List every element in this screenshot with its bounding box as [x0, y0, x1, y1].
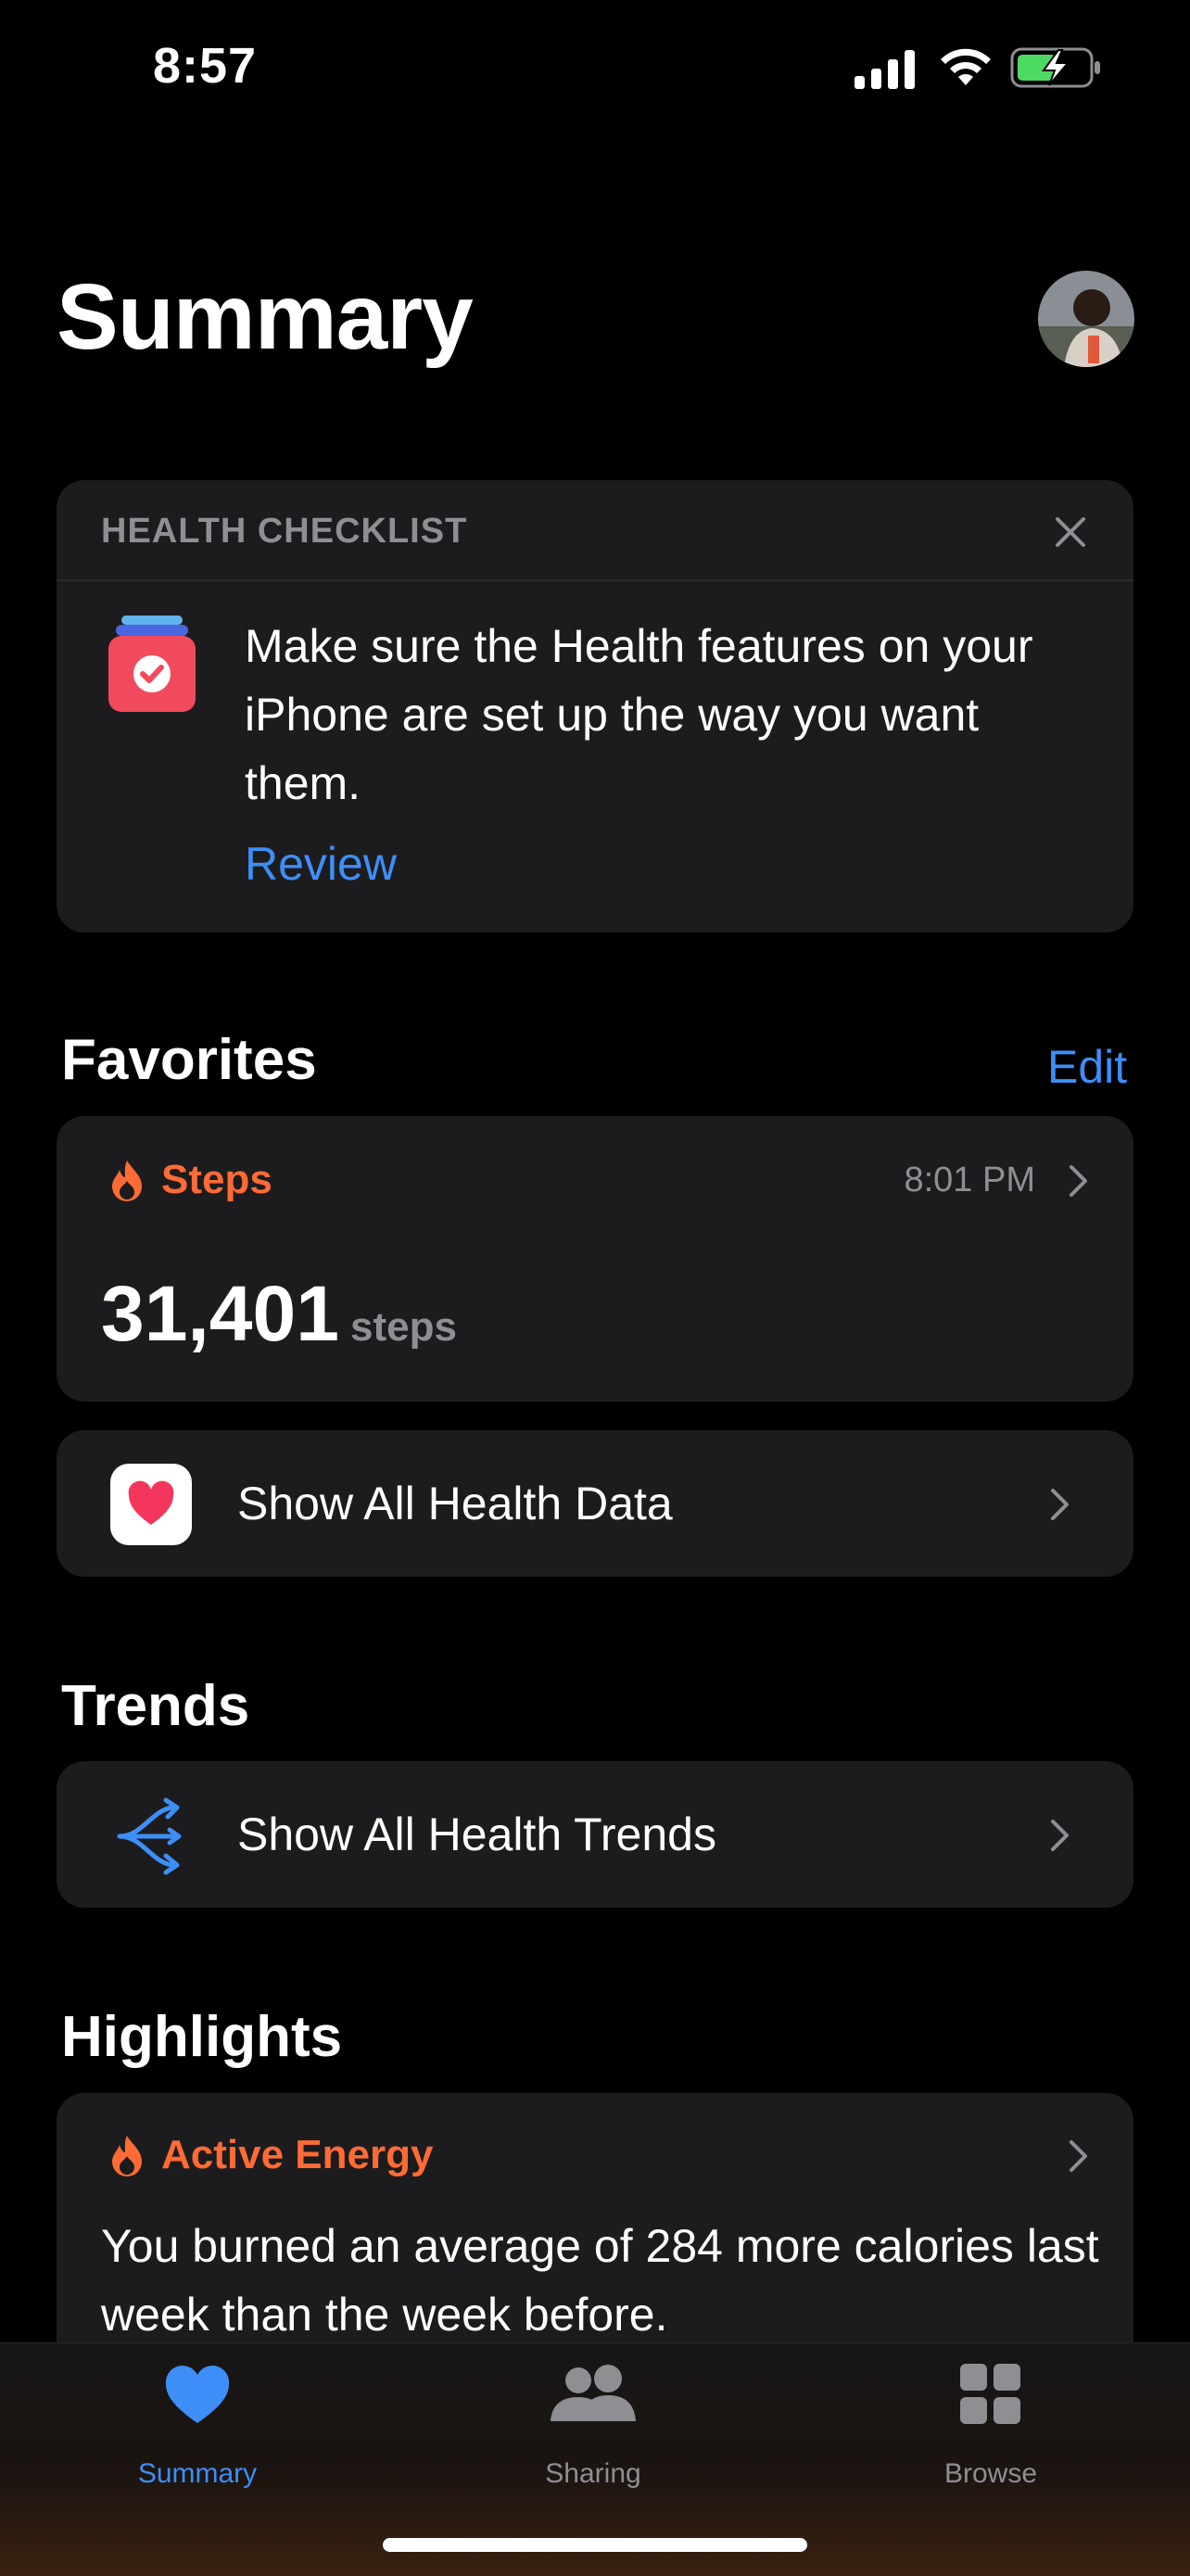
- trends-title: Trends: [61, 1674, 250, 1738]
- wifi-icon: [941, 48, 991, 85]
- edit-button[interactable]: Edit: [1047, 1040, 1127, 1094]
- profile-photo: [1038, 271, 1134, 367]
- chevron-right-icon: [1051, 1489, 1069, 1520]
- show-all-health-trends-label: Show All Health Trends: [237, 1808, 716, 1860]
- steps-unit: steps: [350, 1304, 457, 1350]
- home-indicator: [383, 2538, 807, 2552]
- steps-value: 31,401: [101, 1270, 339, 1357]
- chevron-right-icon: [1070, 2140, 1087, 2172]
- heart-icon: [128, 1480, 174, 1525]
- review-link[interactable]: Review: [245, 837, 397, 891]
- checklist-message: Make sure the Health features on your iP…: [245, 620, 1033, 809]
- tab-label-summary: Summary: [137, 2458, 258, 2489]
- grid-icon: [960, 2364, 1020, 2424]
- profile-avatar[interactable]: [1038, 271, 1134, 367]
- highlights-title: Highlights: [61, 2005, 343, 2069]
- flame-icon: [112, 1161, 142, 1201]
- chevron-right-icon: [1051, 1820, 1069, 1851]
- health-checklist-card: HEALTH CHECKLIST Make sure the Health fe…: [57, 480, 1133, 933]
- show-all-health-trends-row[interactable]: Show All Health Trends: [57, 1761, 1133, 1908]
- steps-timestamp: 8:01 PM: [904, 1161, 1035, 1199]
- battery-charging-icon: [1010, 47, 1100, 88]
- active-energy-title: Active Energy: [161, 2132, 434, 2177]
- cellular-signal-icon: [855, 50, 915, 89]
- health-checklist-icon: [108, 615, 196, 712]
- health-app-icon: [110, 1464, 192, 1545]
- people-icon: [551, 2365, 636, 2421]
- show-all-health-data-row[interactable]: Show All Health Data: [57, 1430, 1133, 1577]
- chevron-right-icon: [1070, 1165, 1087, 1197]
- highlight-text: You burned an average of 284 more calori…: [101, 2220, 1099, 2341]
- steps-card[interactable]: Steps 8:01 PM 31,401 steps: [57, 1116, 1133, 1402]
- close-icon[interactable]: [1052, 514, 1089, 551]
- checklist-heading: HEALTH CHECKLIST: [101, 512, 468, 551]
- divider: [57, 579, 1133, 581]
- steps-title: Steps: [161, 1157, 272, 1202]
- favorites-title: Favorites: [61, 1028, 317, 1092]
- tab-label-browse: Browse: [943, 2458, 1038, 2489]
- heart-icon: [165, 2366, 230, 2423]
- show-all-health-data-label: Show All Health Data: [237, 1478, 673, 1529]
- flame-icon: [112, 2136, 142, 2176]
- tab-label-sharing: Sharing: [545, 2458, 641, 2489]
- status-time: 8:57: [153, 38, 258, 94]
- page-title: Summary: [57, 265, 474, 369]
- trends-icon: [117, 1797, 182, 1875]
